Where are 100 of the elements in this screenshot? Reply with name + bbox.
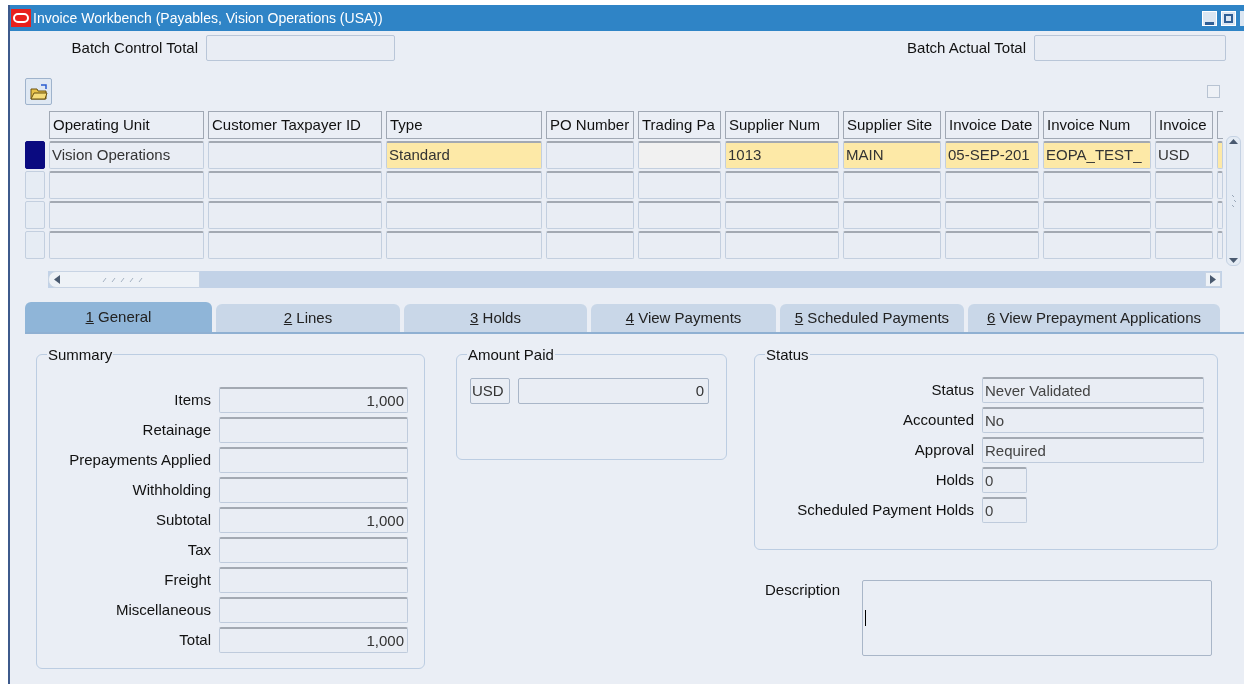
currency-field: USD <box>470 378 510 404</box>
tab[interactable]: 5 Scheduled Payments <box>780 304 964 332</box>
description-field[interactable] <box>862 580 1212 656</box>
oracle-logo-icon <box>11 9 31 27</box>
table-cell[interactable] <box>49 171 204 199</box>
open-folder-button[interactable] <box>25 78 52 105</box>
column-header[interactable]: Invoice Date <box>945 111 1039 139</box>
scroll-down-icon <box>1229 258 1238 263</box>
field-label: Status <box>930 379 974 400</box>
field-label: Total <box>178 629 211 650</box>
table-cell[interactable] <box>638 171 721 199</box>
table-cell[interactable] <box>1043 231 1151 259</box>
table-cell[interactable] <box>546 201 634 229</box>
amount-field[interactable] <box>219 477 408 503</box>
scroll-up-icon <box>1229 139 1238 144</box>
table-cell[interactable]: 1013 <box>725 141 839 169</box>
table-cell[interactable] <box>546 231 634 259</box>
maximize-button[interactable] <box>1221 10 1236 26</box>
amount-field[interactable]: 1,000 <box>219 627 408 653</box>
column-header[interactable]: Supplier Site <box>843 111 941 139</box>
field-label: Holds <box>934 469 974 490</box>
minimize-button[interactable] <box>1202 10 1217 26</box>
horizontal-scrollbar[interactable] <box>48 271 1222 288</box>
amount-field[interactable]: 1,000 <box>219 507 408 533</box>
scroll-right-icon <box>1210 275 1216 284</box>
input-field[interactable] <box>206 35 395 61</box>
column-header[interactable]: Customer Taxpayer ID <box>208 111 382 139</box>
column-header[interactable]: Operating Unit <box>49 111 204 139</box>
table-cell[interactable] <box>208 201 382 229</box>
scroll-right-button[interactable] <box>1205 272 1221 287</box>
field-label: Tax <box>186 539 211 560</box>
cell-stub[interactable] <box>1217 201 1223 229</box>
checkbox[interactable] <box>1207 85 1220 98</box>
table-cell[interactable] <box>208 231 382 259</box>
cell-stub[interactable] <box>1217 141 1223 169</box>
table-cell[interactable] <box>1155 171 1213 199</box>
amount-field[interactable] <box>219 597 408 623</box>
table-cell[interactable] <box>386 201 542 229</box>
table-cell[interactable]: EOPA_TEST_ <box>1043 141 1151 169</box>
row-selector[interactable] <box>25 141 45 169</box>
table-cell[interactable] <box>945 171 1039 199</box>
amount-field[interactable] <box>219 447 408 473</box>
table-cell[interactable] <box>945 201 1039 229</box>
cell-stub[interactable] <box>1217 171 1223 199</box>
field-label: Batch Actual Total <box>907 37 1026 58</box>
tab[interactable]: 1 General <box>25 302 212 332</box>
amount-field: 0 <box>518 378 709 404</box>
amount-field[interactable] <box>219 537 408 563</box>
table-cell[interactable] <box>725 231 839 259</box>
field-label: Description <box>765 580 842 600</box>
table-cell[interactable] <box>208 171 382 199</box>
table-cell[interactable] <box>843 171 941 199</box>
column-header[interactable]: PO Number <box>546 111 634 139</box>
table-cell[interactable] <box>945 231 1039 259</box>
column-header[interactable]: Invoice Num <box>1043 111 1151 139</box>
amount-field[interactable] <box>219 417 408 443</box>
table-cell[interactable] <box>638 201 721 229</box>
column-header[interactable]: Invoice <box>1155 111 1213 139</box>
column-header[interactable]: Trading Pa <box>638 111 721 139</box>
table-cell[interactable] <box>546 141 634 169</box>
scrollbar-thumb[interactable] <box>48 271 200 288</box>
vertical-scrollbar[interactable] <box>1226 136 1241 266</box>
table-cell[interactable] <box>725 201 839 229</box>
column-header[interactable]: Supplier Num <box>725 111 839 139</box>
table-cell[interactable] <box>49 231 204 259</box>
table-cell[interactable] <box>1043 201 1151 229</box>
cell-stub[interactable] <box>1217 231 1223 259</box>
table-cell[interactable] <box>638 231 721 259</box>
table-cell[interactable] <box>49 201 204 229</box>
input-field[interactable] <box>1034 35 1226 61</box>
table-cell[interactable] <box>638 141 721 169</box>
table-cell[interactable]: Vision Operations <box>49 141 204 169</box>
table-cell[interactable] <box>546 171 634 199</box>
close-button[interactable] <box>1240 10 1244 26</box>
table-cell[interactable]: Standard <box>386 141 542 169</box>
tab[interactable]: 6 View Prepayment Applications <box>968 304 1220 332</box>
tab[interactable]: 4 View Payments <box>591 304 776 332</box>
table-cell[interactable] <box>386 171 542 199</box>
amount-field[interactable]: 1,000 <box>219 387 408 413</box>
column-header[interactable]: Type <box>386 111 542 139</box>
text-cursor <box>865 610 866 626</box>
amount-field[interactable] <box>219 567 408 593</box>
table-cell[interactable] <box>386 231 542 259</box>
table-cell[interactable] <box>843 231 941 259</box>
minimize-icon <box>1205 20 1214 25</box>
field-label: Scheduled Payment Holds <box>796 499 974 520</box>
table-cell[interactable]: USD <box>1155 141 1213 169</box>
table-cell[interactable] <box>1155 231 1213 259</box>
table-cell[interactable] <box>208 141 382 169</box>
table-cell[interactable] <box>1043 171 1151 199</box>
table-cell[interactable] <box>1155 201 1213 229</box>
tab[interactable]: 3 Holds <box>404 304 587 332</box>
table-cell[interactable]: MAIN <box>843 141 941 169</box>
table-cell[interactable] <box>843 201 941 229</box>
tab[interactable]: 2 Lines <box>216 304 400 332</box>
status-field: Required <box>982 437 1204 463</box>
table-cell[interactable]: 05-SEP-201 <box>945 141 1039 169</box>
table-cell[interactable] <box>725 171 839 199</box>
grip-icon <box>1230 194 1237 208</box>
field-label: Batch Control Total <box>70 37 198 58</box>
